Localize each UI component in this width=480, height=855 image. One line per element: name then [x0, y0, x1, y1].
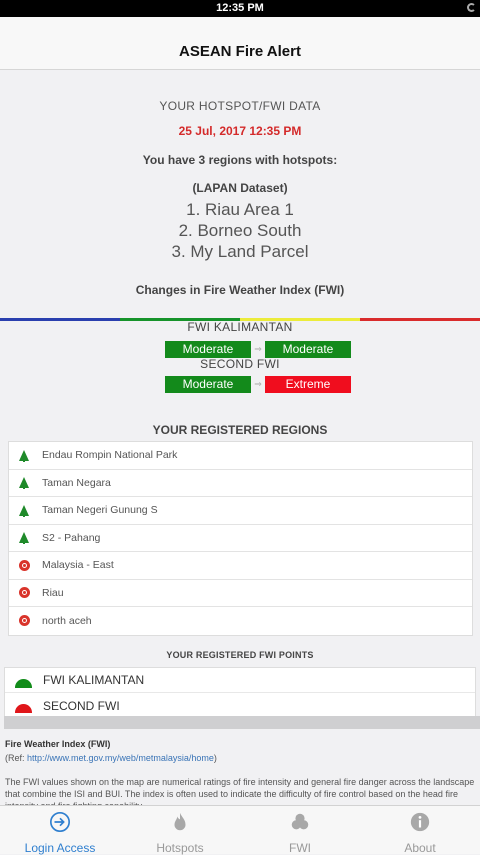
- hotspot-region-item: 1. Riau Area 1: [186, 200, 294, 219]
- region-item[interactable]: S2 - Pahang: [9, 525, 472, 552]
- region-label: Malaysia - East: [42, 559, 114, 572]
- gauge-icon: [15, 678, 32, 688]
- info-ref-link[interactable]: http://www.met.gov.my/web/metmalaysia/ho…: [27, 753, 214, 763]
- info-ref-prefix: (Ref:: [5, 753, 28, 763]
- region-label: Taman Negeri Gunung S: [42, 504, 158, 517]
- region-item[interactable]: Taman Negeri Gunung S: [9, 497, 472, 525]
- fwi-change-row: Moderate ⇒ Moderate: [165, 341, 351, 358]
- tab-hotspots[interactable]: Hotspots: [120, 806, 240, 855]
- tab-bar: Login Access Hotspots FWI About: [0, 805, 480, 855]
- tab-label: About: [404, 841, 436, 855]
- tab-label: Login Access: [24, 841, 96, 855]
- info-reference: (Ref: http://www.met.gov.my/web/metmalay…: [5, 752, 475, 764]
- fwi-points-list: FWI KALIMANTAN SECOND FWI: [4, 667, 476, 719]
- region-item[interactable]: Taman Negara: [9, 470, 472, 497]
- region-item[interactable]: north aceh: [9, 607, 472, 635]
- tree-icon: [19, 532, 29, 545]
- fwi-point-item[interactable]: SECOND FWI: [5, 693, 475, 718]
- fwi-change-row: Moderate ⇒ Extreme: [165, 376, 351, 393]
- region-item[interactable]: Riau: [9, 580, 472, 607]
- fwi-change-name: SECOND FWI: [200, 357, 280, 371]
- hotspot-heading: YOUR HOTSPOT/FWI DATA: [159, 99, 321, 113]
- main-content[interactable]: YOUR HOTSPOT/FWI DATA 25 Jul, 2017 12:35…: [0, 71, 480, 805]
- status-bar: 12:35 PM: [0, 0, 480, 17]
- tab-label: Hotspots: [156, 841, 204, 855]
- fire-icon: [19, 615, 30, 627]
- tab-fwi[interactable]: FWI: [240, 806, 360, 855]
- region-label: Riau: [42, 586, 64, 599]
- info-icon: [410, 812, 430, 832]
- gauge-icon: [15, 704, 32, 713]
- login-icon: [50, 812, 70, 832]
- arrow-right-icon: ⇒: [254, 379, 262, 389]
- fwi-from-badge: Moderate: [165, 341, 251, 358]
- fwi-point-label: SECOND FWI: [43, 698, 120, 713]
- fwi-changes-heading: Changes in Fire Weather Index (FWI): [135, 283, 345, 297]
- fire-icon: [19, 587, 30, 599]
- arrow-right-icon: ⇒: [254, 344, 262, 354]
- region-label: north aceh: [42, 614, 92, 627]
- fwi-change-name: FWI KALIMANTAN: [187, 320, 293, 334]
- fwi-point-item[interactable]: FWI KALIMANTAN: [5, 668, 475, 693]
- info-ref-suffix: ): [213, 753, 217, 763]
- hotspot-regions-count: You have 3 regions with hotspots:: [142, 153, 338, 167]
- region-item[interactable]: Endau Rompin National Park: [9, 442, 472, 470]
- hotspot-region-item: 2. Borneo South: [178, 221, 302, 240]
- tree-icon: [19, 477, 29, 490]
- activity-icon: [467, 3, 476, 12]
- fwi-point-label: FWI KALIMANTAN: [43, 673, 145, 687]
- hotspot-datetime: 25 Jul, 2017 12:35 PM: [178, 124, 302, 138]
- tree-icon: [19, 504, 29, 517]
- hotspot-region-list: 1. Riau Area 1 2. Borneo South 3. My Lan…: [0, 199, 480, 262]
- tab-login-access[interactable]: Login Access: [0, 806, 120, 855]
- flame-icon: [174, 812, 186, 831]
- region-item[interactable]: Malaysia - East: [9, 552, 472, 580]
- tree-icon: [19, 449, 29, 462]
- region-label: S2 - Pahang: [42, 531, 101, 544]
- scroll-separator: [4, 716, 480, 729]
- fwi-points-title: YOUR REGISTERED FWI POINTS: [166, 650, 314, 660]
- fire-icon: [19, 559, 30, 571]
- info-body: The FWI values shown on the map are nume…: [5, 777, 475, 805]
- nav-bar: ASEAN Fire Alert: [0, 17, 480, 70]
- registered-regions-title: YOUR REGISTERED REGIONS: [152, 423, 328, 437]
- tab-about[interactable]: About: [360, 806, 480, 855]
- info-title: Fire Weather Index (FWI): [5, 739, 111, 749]
- fwi-from-badge: Moderate: [165, 376, 251, 393]
- fwi-to-badge: Moderate: [265, 341, 351, 358]
- dataset-label: (LAPAN Dataset): [192, 181, 288, 195]
- status-time: 12:35 PM: [216, 2, 264, 14]
- tab-label: FWI: [289, 841, 311, 855]
- page-title: ASEAN Fire Alert: [179, 43, 301, 60]
- hotspot-region-item: 3. My Land Parcel: [171, 242, 309, 261]
- fwi-to-badge: Extreme: [265, 376, 351, 393]
- region-label: Taman Negara: [42, 476, 111, 489]
- region-label: Endau Rompin National Park: [42, 449, 178, 462]
- cluster-icon: [291, 813, 309, 830]
- registered-regions-list: Endau Rompin National Park Taman Negara …: [8, 441, 473, 636]
